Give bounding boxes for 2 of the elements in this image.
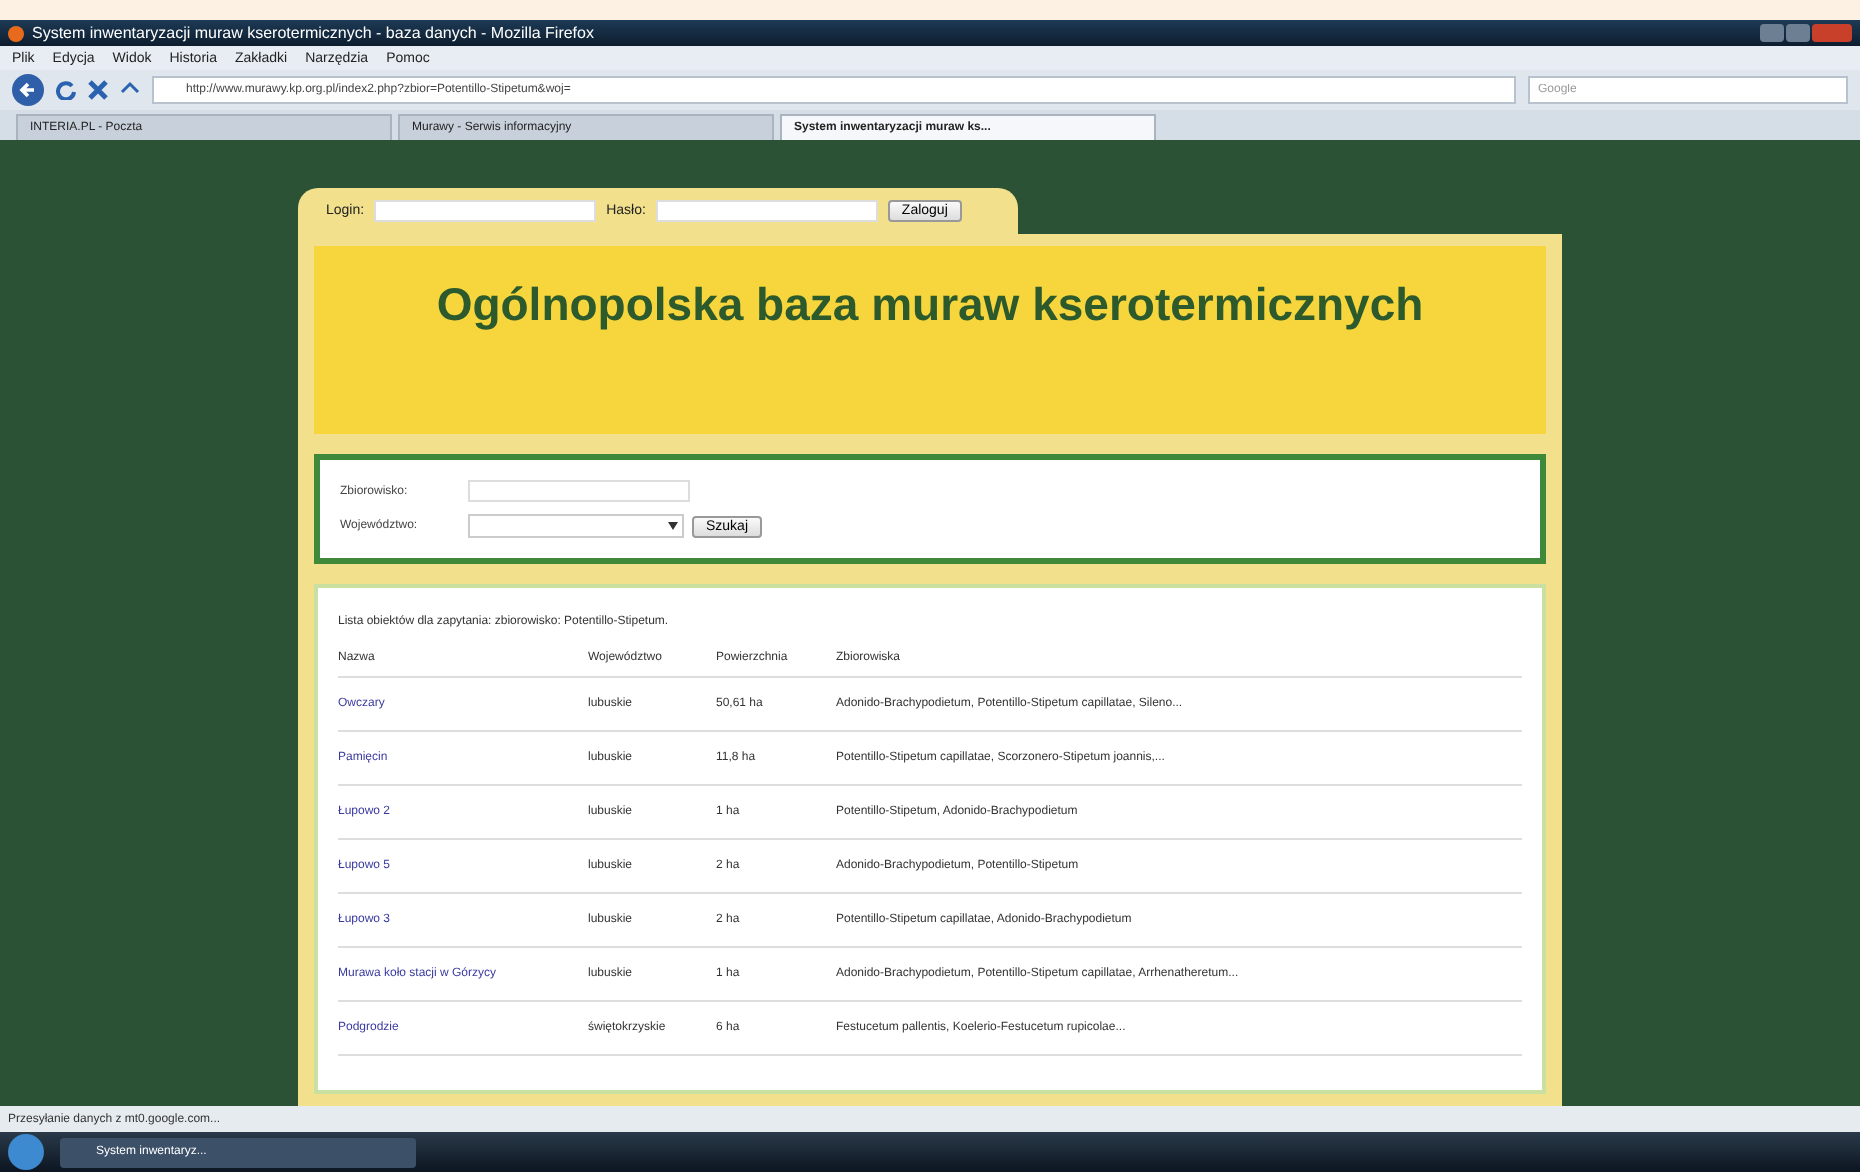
site-title: Ogólnopolska baza muraw kserotermicznych [436,278,1424,334]
window-title: System inwentaryzacji muraw kserotermicznych - baza danych - Mozilla Firefox [32,24,596,42]
